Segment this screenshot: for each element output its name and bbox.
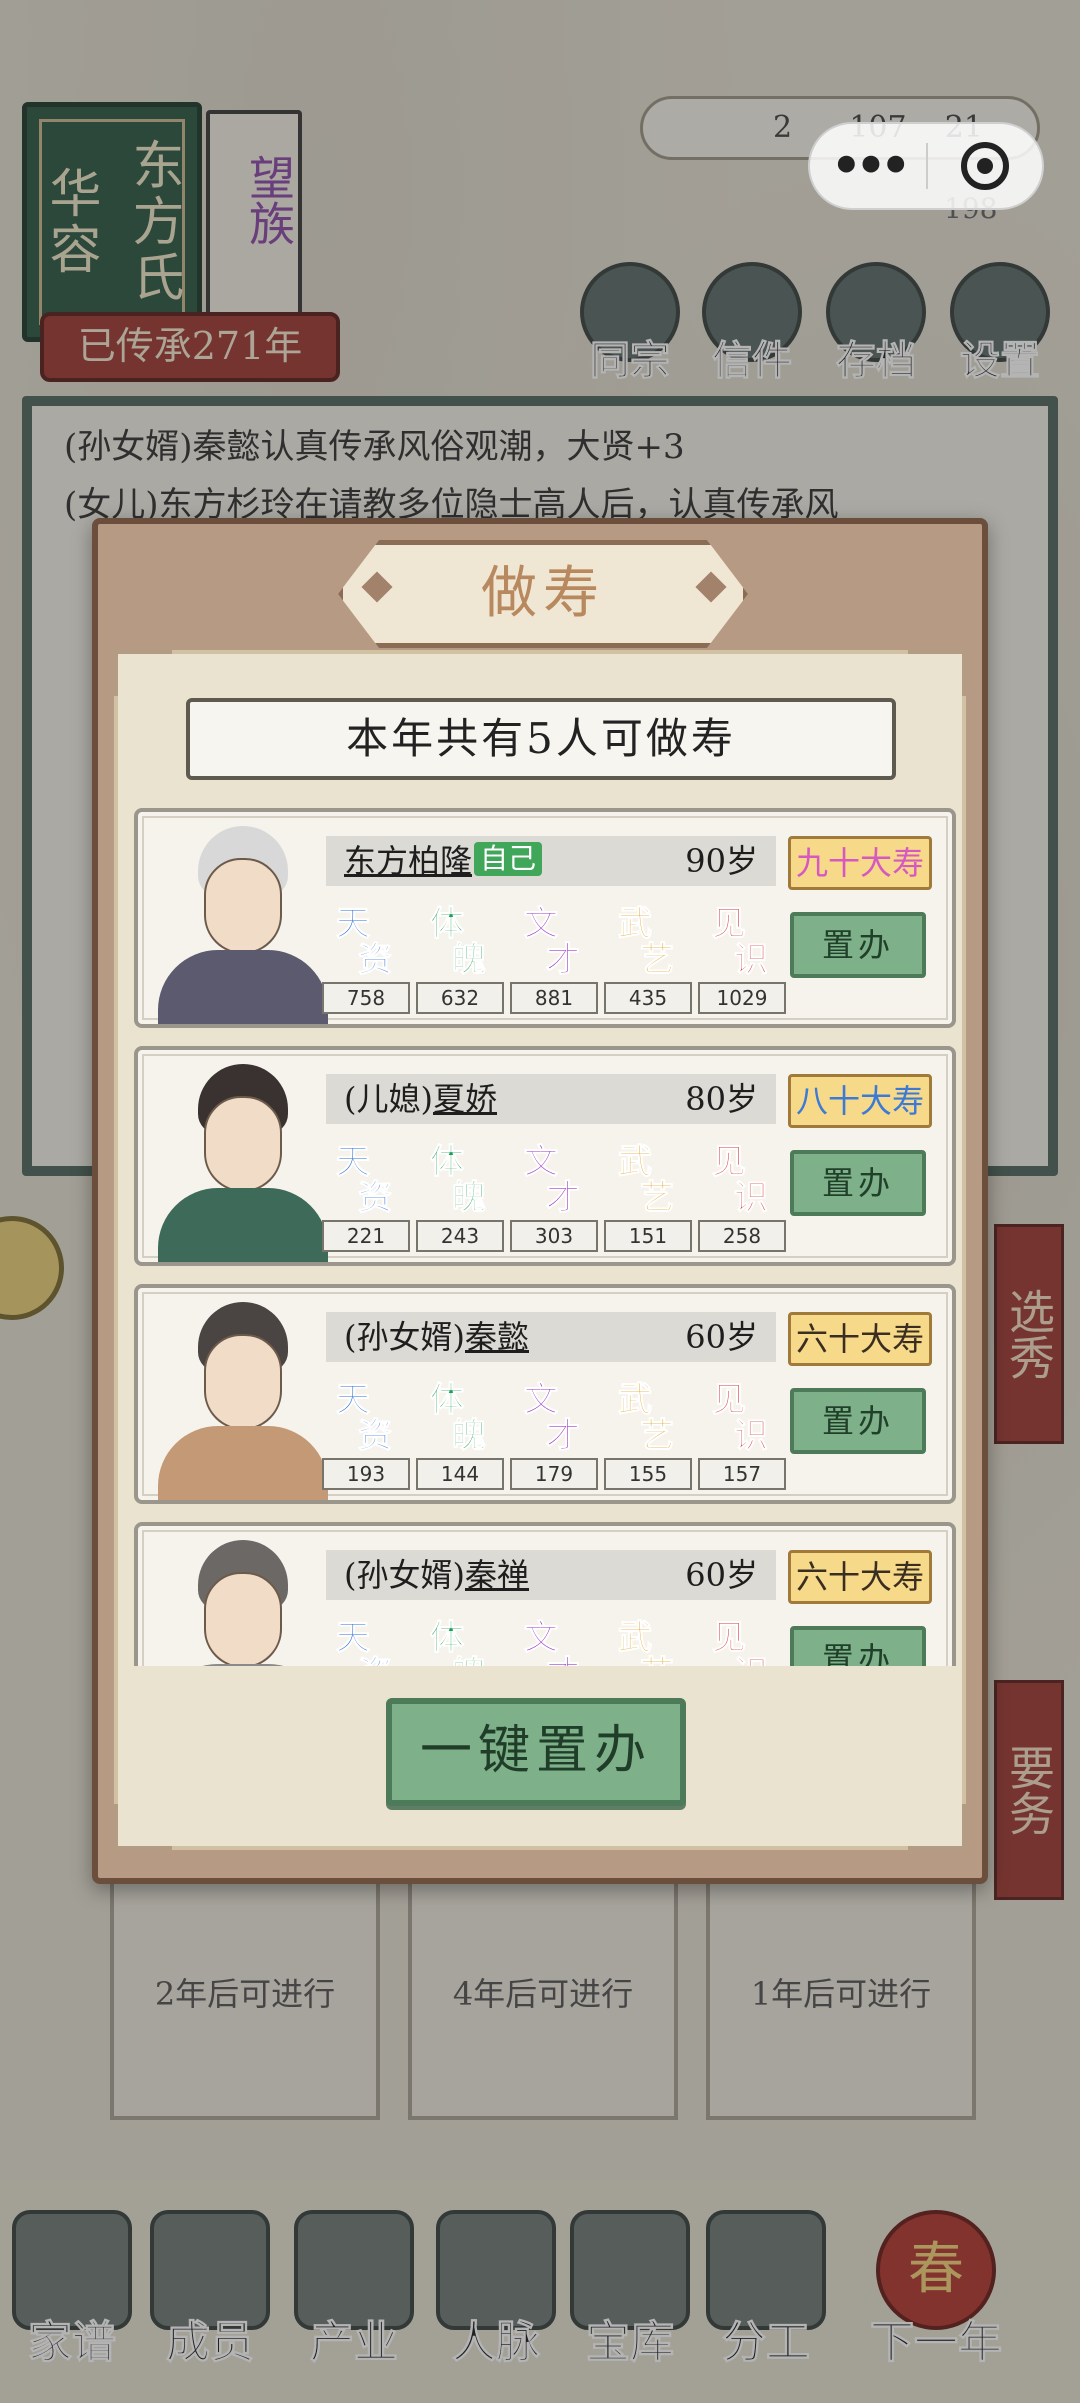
person-name-bar: (孙女婿)秦懿 60岁 <box>326 1312 776 1362</box>
corner-ornament <box>908 1804 968 1852</box>
stat-value: 157 <box>698 1458 786 1490</box>
person-age: 90岁 <box>685 842 758 880</box>
birthday-type-tag: 九十大寿 <box>788 836 932 890</box>
person-stats: 天资 193 体魄 144 文才 179 武艺 155 见识 157 <box>322 1372 786 1496</box>
more-menu-icon[interactable]: ••• <box>810 126 926 206</box>
stat-physique: 体魄 243 <box>416 1134 504 1258</box>
person-list[interactable]: 东方柏隆 自己 90岁 九十大寿 置办 天资 758 体魄 632 文才 881 武艺4… <box>134 808 956 1666</box>
person-portrait <box>148 818 338 1024</box>
corner-ornament <box>112 648 172 696</box>
stat-literature: 文才 <box>524 1618 581 1667</box>
miniprogram-capsule: ••• <box>808 122 1044 210</box>
stat-talent: 天资 221 <box>322 1134 410 1258</box>
stat-value: 155 <box>604 1458 692 1490</box>
person-card: 东方柏隆 自己 90岁 九十大寿 置办 天资 758 体魄 632 文才 881 武艺4… <box>134 808 956 1028</box>
person-age: 60岁 <box>685 1318 758 1356</box>
stat-talent: 天资 758 <box>322 896 410 1020</box>
person-stats: 天资 体魄 文才 武艺 见识 <box>322 1610 782 1667</box>
stat-martial: 武艺 155 <box>604 1372 692 1496</box>
arrange-button[interactable]: 置办 <box>790 1626 926 1666</box>
person-name-bar: (孙女婿)秦禅 60岁 <box>326 1550 776 1600</box>
stat-value: 179 <box>510 1458 598 1490</box>
stat-martial: 武艺 151 <box>604 1134 692 1258</box>
stat-value: 758 <box>322 982 410 1014</box>
person-name[interactable]: 秦懿 <box>465 1318 529 1356</box>
person-card: (孙女婿)秦懿 60岁 六十大寿 置办 天资 193 体魄 144 文才 179 武艺… <box>134 1284 956 1504</box>
birthday-type-tag: 六十大寿 <box>788 1312 932 1366</box>
stat-physique: 体魄 <box>430 1618 487 1667</box>
stat-value: 221 <box>322 1220 410 1252</box>
person-stats: 天资 221 体魄 243 文才 303 武艺 151 见识 258 <box>322 1134 786 1258</box>
person-name-bar: (儿媳)夏娇 80岁 <box>326 1074 776 1124</box>
person-prefix: (孙女婿) <box>344 1318 465 1356</box>
arrange-button[interactable]: 置办 <box>790 912 926 978</box>
stat-talent: 天资 193 <box>322 1372 410 1496</box>
person-name[interactable]: 夏娇 <box>433 1080 497 1118</box>
arrange-all-button[interactable]: 一键置办 <box>386 1698 686 1806</box>
person-age: 80岁 <box>685 1080 758 1118</box>
stat-value: 1029 <box>698 982 786 1014</box>
self-badge: 自己 <box>474 842 543 876</box>
stat-martial: 武艺 <box>618 1618 675 1667</box>
stat-value: 151 <box>604 1220 692 1252</box>
stat-value: 258 <box>698 1220 786 1252</box>
person-prefix: (儿媳) <box>344 1080 433 1118</box>
corner-ornament <box>908 648 968 696</box>
birthday-celebration-modal: 做寿 本年共有5人可做寿 东方柏隆 自己 90岁 九十大寿 置办 天 资 758… <box>92 518 988 1884</box>
arrange-button[interactable]: 置办 <box>790 1388 926 1454</box>
eligible-count-summary: 本年共有5人可做寿 <box>186 698 896 780</box>
stat-insight: 见识 <box>712 1618 769 1667</box>
person-portrait <box>148 1294 338 1500</box>
birthday-type-tag: 六十大寿 <box>788 1550 932 1604</box>
stat-talent: 天资 <box>336 1618 393 1667</box>
stat-value: 243 <box>416 1220 504 1252</box>
person-portrait <box>148 1532 338 1666</box>
stat-martial: 武艺 435 <box>604 896 692 1020</box>
stat-value: 193 <box>322 1458 410 1490</box>
birthday-type-tag: 八十大寿 <box>788 1074 932 1128</box>
person-card: (孙女婿)秦禅 60岁 六十大寿 置办 天资 体魄 文才 武艺 见识 <box>134 1522 956 1666</box>
stat-value: 435 <box>604 982 692 1014</box>
stat-insight: 见识 1029 <box>698 896 786 1020</box>
modal-title: 做寿 <box>338 540 748 648</box>
stat-literature: 文才 881 <box>510 896 598 1020</box>
person-prefix: (孙女婿) <box>344 1556 465 1594</box>
stat-literature: 文才 303 <box>510 1134 598 1258</box>
person-card: (儿媳)夏娇 80岁 八十大寿 置办 天资 221 体魄 243 文才 303 武艺1… <box>134 1046 956 1266</box>
person-age: 60岁 <box>685 1556 758 1594</box>
person-name-bar: 东方柏隆 自己 90岁 <box>326 836 776 886</box>
person-name[interactable]: 东方柏隆 <box>344 842 472 880</box>
stat-value: 632 <box>416 982 504 1014</box>
stat-value: 881 <box>510 982 598 1014</box>
person-name[interactable]: 秦禅 <box>465 1556 529 1594</box>
corner-ornament <box>112 1804 172 1852</box>
person-portrait <box>148 1056 338 1262</box>
stat-value: 303 <box>510 1220 598 1252</box>
stat-insight: 见识 258 <box>698 1134 786 1258</box>
stat-insight: 见识 157 <box>698 1372 786 1496</box>
stat-value: 144 <box>416 1458 504 1490</box>
stat-physique: 体魄 632 <box>416 896 504 1020</box>
arrange-button[interactable]: 置办 <box>790 1150 926 1216</box>
stat-literature: 文才 179 <box>510 1372 598 1496</box>
person-stats: 天资 758 体魄 632 文才 881 武艺 435 见识 1029 <box>322 896 786 1020</box>
stat-physique: 体魄 144 <box>416 1372 504 1496</box>
close-miniprogram-icon[interactable] <box>928 142 1042 190</box>
modal-body: 本年共有5人可做寿 东方柏隆自己 90岁 九十大寿 置办 天资758 体魄 <box>112 648 968 1852</box>
